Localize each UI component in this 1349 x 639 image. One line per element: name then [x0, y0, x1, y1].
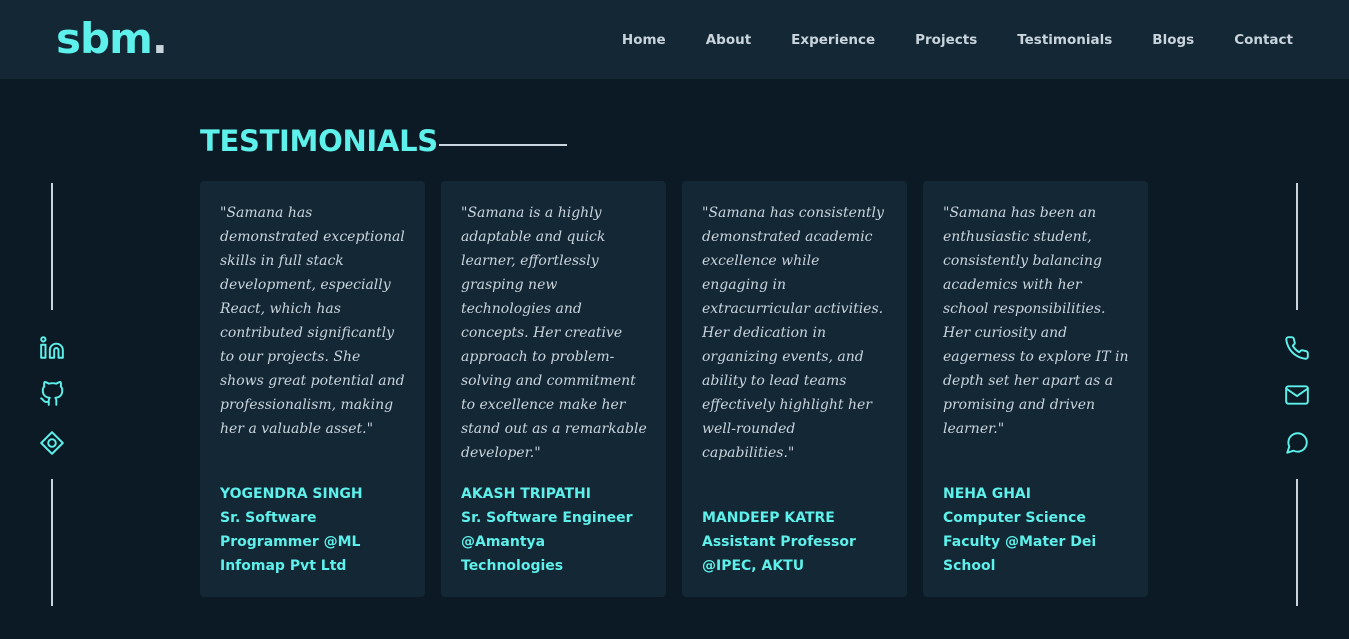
left-rail-bottom [51, 479, 53, 606]
phone-icon[interactable] [1284, 335, 1310, 361]
location-icon[interactable] [39, 430, 65, 456]
navbar: sbm. Home About Experience Projects Test… [0, 0, 1349, 79]
chat-icon[interactable] [1284, 430, 1310, 456]
logo-text: sbm [56, 14, 153, 63]
testimonial-quote: "Samana has been an enthusiastic student… [943, 205, 1129, 437]
author-name: NEHA GHAI [943, 486, 1031, 502]
testimonial-card: "Samana is a highly adaptable and quick … [441, 181, 666, 597]
logo[interactable]: sbm. [56, 14, 168, 63]
nav-projects[interactable]: Projects [915, 32, 977, 48]
linkedin-icon[interactable] [39, 335, 65, 361]
testimonial-card: "Samana has consistently demonstrated ac… [682, 181, 907, 597]
author-role: Assistant Professor @IPEC, AKTU [702, 534, 856, 574]
author-role: Sr. Software Engineer @Amantya Technolog… [461, 510, 633, 574]
github-icon[interactable] [39, 381, 65, 407]
logo-dot: . [151, 14, 168, 63]
right-rail-bottom [1296, 479, 1298, 606]
testimonial-quote: "Samana has demonstrated exceptional ski… [220, 205, 405, 437]
nav-testimonials[interactable]: Testimonials [1017, 32, 1112, 48]
nav-blogs[interactable]: Blogs [1152, 32, 1194, 48]
testimonial-card: "Samana has been an enthusiastic student… [923, 181, 1148, 597]
testimonial-card: "Samana has demonstrated exceptional ski… [200, 181, 425, 597]
testimonial-author: YOGENDRA SINGH Sr. Software Programmer @… [220, 482, 411, 578]
testimonial-author: NEHA GHAI Computer Science Faculty @Mate… [943, 482, 1134, 578]
author-name: YOGENDRA SINGH [220, 486, 363, 502]
left-rail-top [51, 183, 53, 310]
mail-icon[interactable] [1284, 382, 1310, 408]
author-role: Computer Science Faculty @Mater Dei Scho… [943, 510, 1097, 574]
author-name: MANDEEP KATRE [702, 510, 835, 526]
author-role: Sr. Software Programmer @ML Infomap Pvt … [220, 510, 361, 574]
testimonial-quote: "Samana is a highly adaptable and quick … [461, 205, 647, 461]
testimonial-quote: "Samana has consistently demonstrated ac… [702, 205, 884, 461]
testimonial-author: AKASH TRIPATHI Sr. Software Engineer @Am… [461, 482, 652, 578]
testimonial-author: MANDEEP KATRE Assistant Professor @IPEC,… [702, 506, 893, 578]
main-nav: Home About Experience Projects Testimoni… [582, 0, 1293, 79]
author-name: AKASH TRIPATHI [461, 486, 591, 502]
nav-experience[interactable]: Experience [791, 32, 875, 48]
testimonial-cards: "Samana has demonstrated exceptional ski… [200, 181, 1148, 597]
section-title: TESTIMONIALS [200, 124, 438, 158]
nav-home[interactable]: Home [622, 32, 666, 48]
nav-contact[interactable]: Contact [1234, 32, 1293, 48]
right-rail-top [1296, 183, 1298, 310]
title-underline [439, 144, 567, 146]
nav-about[interactable]: About [706, 32, 751, 48]
